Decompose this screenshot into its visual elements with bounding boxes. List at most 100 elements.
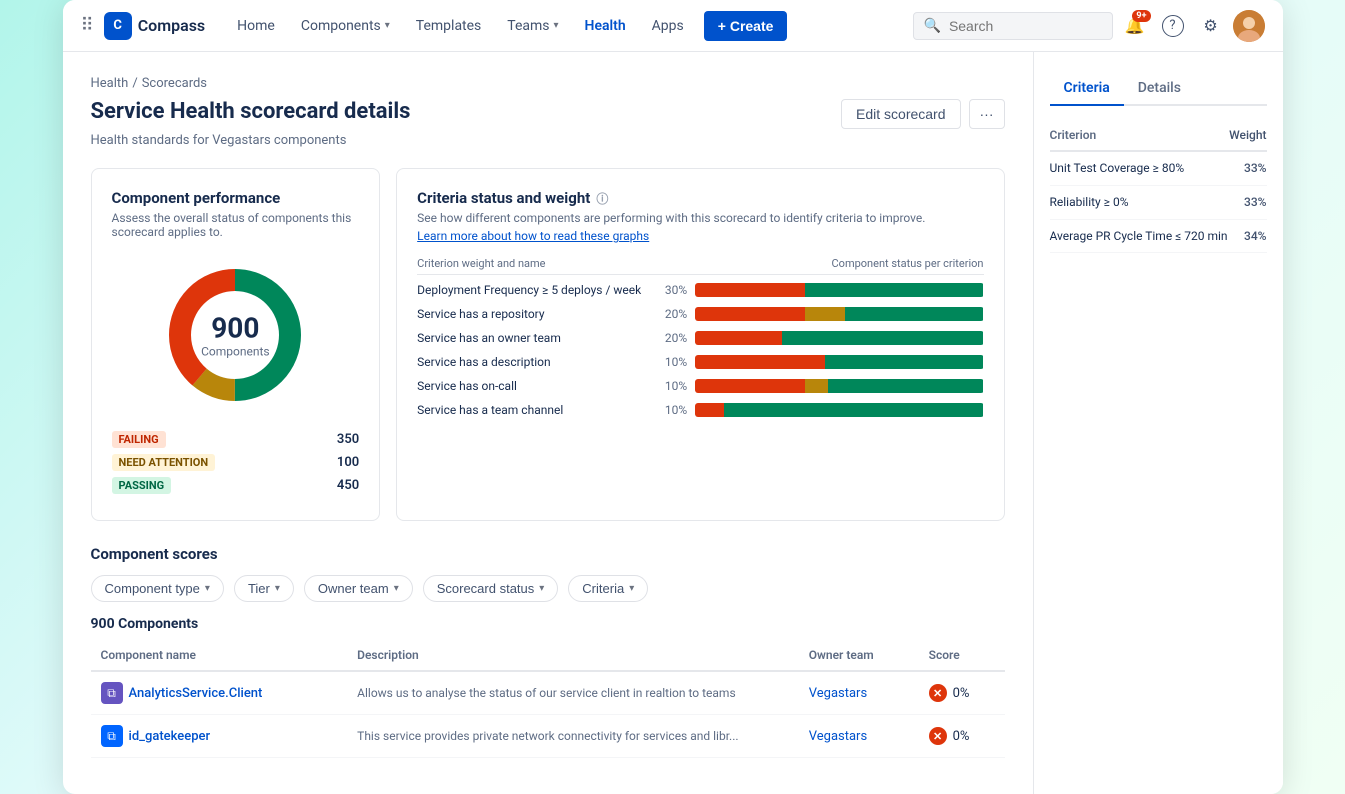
criteria-bar-track bbox=[695, 403, 983, 417]
filter-label: Scorecard status bbox=[437, 581, 535, 596]
content-area: Health / Scorecards Service Health score… bbox=[63, 52, 1033, 794]
score-value: 0% bbox=[953, 729, 970, 744]
criteria-bars: Deployment Frequency ≥ 5 deploys / week … bbox=[417, 283, 983, 417]
filter-tier[interactable]: Tier ▾ bbox=[234, 575, 294, 602]
bar-red bbox=[695, 307, 805, 321]
main-content: Health / Scorecards Service Health score… bbox=[63, 52, 1283, 794]
passing-count: 450 bbox=[337, 478, 359, 493]
table-row: ⧉ id_gatekeeper This service provides pr… bbox=[91, 715, 1005, 758]
page-header: Service Health scorecard details Edit sc… bbox=[91, 99, 1005, 129]
bar-green bbox=[828, 379, 984, 393]
score-fail-icon: ✕ bbox=[929, 684, 947, 702]
legend-passing: PASSING 450 bbox=[112, 477, 360, 494]
passing-badge: PASSING bbox=[112, 477, 172, 494]
more-options-button[interactable]: ··· bbox=[969, 99, 1005, 129]
logo[interactable]: C Compass bbox=[104, 12, 205, 40]
help-button[interactable]: ? bbox=[1157, 10, 1189, 42]
criteria-panel-row: Average PR Cycle Time ≤ 720 min 34% bbox=[1050, 219, 1267, 253]
criteria-bar-row: Service has an owner team 20% bbox=[417, 331, 983, 345]
components-tbody: ⧉ AnalyticsService.Client Allows us to a… bbox=[91, 671, 1005, 758]
bar-yellow bbox=[805, 307, 845, 321]
team-link[interactable]: Vegastars bbox=[809, 686, 867, 701]
criteria-bar-label: Service has a repository bbox=[417, 307, 657, 321]
component-performance-card: Component performance Assess the overall… bbox=[91, 168, 381, 521]
header-actions: Edit scorecard ··· bbox=[841, 99, 1004, 129]
criteria-panel-col-criterion: Criterion bbox=[1050, 124, 1229, 151]
criteria-bar-pct: 10% bbox=[657, 379, 695, 393]
filter-row: Component type▾Tier▾Owner team▾Scorecard… bbox=[91, 575, 1005, 602]
filter-label: Tier bbox=[248, 581, 270, 596]
search-bar[interactable]: 🔍 bbox=[913, 12, 1113, 40]
score-fail-icon: ✕ bbox=[929, 727, 947, 745]
breadcrumb-health[interactable]: Health bbox=[91, 76, 129, 91]
nav-templates[interactable]: Templates bbox=[406, 12, 492, 40]
legend-failing: FAILING 350 bbox=[112, 431, 360, 448]
user-avatar[interactable] bbox=[1233, 10, 1265, 42]
bar-green bbox=[845, 307, 983, 321]
avatar-image bbox=[1233, 10, 1265, 42]
breadcrumb: Health / Scorecards bbox=[91, 76, 1005, 91]
filter-scorecard-status[interactable]: Scorecard status ▾ bbox=[423, 575, 559, 602]
bar-green bbox=[782, 331, 984, 345]
filter-chevron-icon: ▾ bbox=[275, 583, 280, 594]
criteria-bar-label: Service has on-call bbox=[417, 379, 657, 393]
components-table: Component name Description Owner team Sc… bbox=[91, 640, 1005, 758]
table-container: Component name Description Owner team Sc… bbox=[91, 640, 1005, 758]
settings-button[interactable]: ⚙ bbox=[1195, 10, 1227, 42]
info-icon[interactable]: ⓘ bbox=[596, 190, 608, 207]
score-cell: ✕ 0% bbox=[929, 684, 995, 702]
nav-teams[interactable]: Teams ▾ bbox=[497, 12, 568, 40]
criteria-bar-label: Service has a description bbox=[417, 355, 657, 369]
bar-green bbox=[805, 283, 984, 297]
donut-chart: 900 Components bbox=[155, 255, 315, 415]
criteria-bar-label: Service has an owner team bbox=[417, 331, 657, 345]
criteria-bar-track bbox=[695, 331, 983, 345]
filter-criteria[interactable]: Criteria▾ bbox=[568, 575, 648, 602]
notifications-button[interactable]: 🔔 9+ bbox=[1119, 10, 1151, 42]
nav-apps[interactable]: Apps bbox=[642, 12, 694, 40]
bar-red bbox=[695, 379, 805, 393]
tab-details[interactable]: Details bbox=[1124, 72, 1195, 106]
edit-scorecard-button[interactable]: Edit scorecard bbox=[841, 99, 960, 129]
logo-icon: C bbox=[104, 12, 132, 40]
nav-home[interactable]: Home bbox=[227, 12, 285, 40]
search-input[interactable] bbox=[949, 18, 1089, 34]
bar-yellow bbox=[805, 379, 828, 393]
criteria-bar-label: Deployment Frequency ≥ 5 deploys / week bbox=[417, 283, 657, 297]
filter-chevron-icon: ▾ bbox=[629, 583, 634, 594]
component-name-link[interactable]: ⧉ AnalyticsService.Client bbox=[101, 682, 338, 704]
filter-label: Component type bbox=[105, 581, 200, 596]
criterion-name: Reliability ≥ 0% bbox=[1050, 185, 1229, 219]
failing-count: 350 bbox=[337, 432, 359, 447]
filter-label: Owner team bbox=[318, 581, 389, 596]
create-button[interactable]: + Create bbox=[704, 11, 788, 41]
filter-chevron-icon: ▾ bbox=[539, 583, 544, 594]
score-cell: ✕ 0% bbox=[929, 727, 995, 745]
component-icon: ⧉ bbox=[101, 725, 123, 747]
criteria-card-link[interactable]: Learn more about how to read these graph… bbox=[417, 229, 983, 243]
tab-criteria[interactable]: Criteria bbox=[1050, 72, 1124, 106]
filter-component-type[interactable]: Component type▾ bbox=[91, 575, 224, 602]
col-component-name: Component name bbox=[91, 640, 348, 671]
donut-center: 900 Components bbox=[201, 312, 270, 359]
criteria-bar-row: Service has a description 10% bbox=[417, 355, 983, 369]
filter-owner-team[interactable]: Owner team▾ bbox=[304, 575, 413, 602]
criteria-bar-row: Service has a repository 20% bbox=[417, 307, 983, 321]
criteria-bar-row: Service has a team channel 10% bbox=[417, 403, 983, 417]
criteria-bar-label: Service has a team channel bbox=[417, 403, 657, 417]
criteria-col-left: Criterion weight and name bbox=[417, 257, 545, 270]
component-description: Allows us to analyse the status of our s… bbox=[347, 671, 799, 715]
bar-green bbox=[825, 355, 984, 369]
nav-components[interactable]: Components ▾ bbox=[291, 12, 400, 40]
criteria-panel-row: Unit Test Coverage ≥ 80% 33% bbox=[1050, 151, 1267, 185]
right-panel: Criteria Details Criterion Weight Unit T… bbox=[1033, 52, 1283, 794]
grid-icon[interactable]: ⠿ bbox=[81, 15, 94, 36]
score-value: 0% bbox=[953, 686, 970, 701]
nav-health[interactable]: Health bbox=[575, 12, 636, 40]
team-link[interactable]: Vegastars bbox=[809, 729, 867, 744]
component-name-link[interactable]: ⧉ id_gatekeeper bbox=[101, 725, 338, 747]
table-row: ⧉ AnalyticsService.Client Allows us to a… bbox=[91, 671, 1005, 715]
criteria-panel-tbody: Unit Test Coverage ≥ 80% 33% Reliability… bbox=[1050, 151, 1267, 253]
criteria-bar-track bbox=[695, 379, 983, 393]
card-perf-subtitle: Assess the overall status of components … bbox=[112, 211, 360, 239]
